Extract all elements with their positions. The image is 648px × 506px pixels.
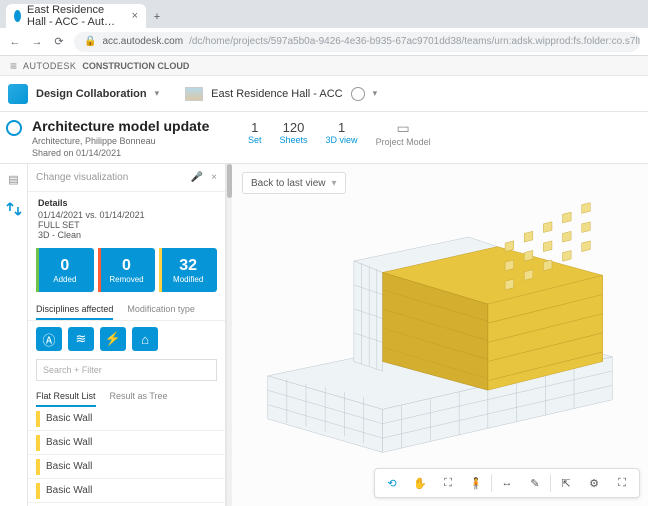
panel-details: Details 01/14/2021 vs. 01/14/2021 FULL S… bbox=[28, 192, 225, 244]
count-added[interactable]: 0Added bbox=[36, 248, 94, 292]
panel-header: Change visualization 🎤 × bbox=[28, 164, 225, 192]
rail-summary-icon[interactable]: ▤ bbox=[5, 170, 23, 188]
project-name[interactable]: East Residence Hall - ACC bbox=[211, 88, 342, 100]
new-tab-button[interactable]: + bbox=[146, 6, 168, 28]
search-placeholder: Search + Filter bbox=[43, 365, 102, 375]
close-panel-icon[interactable]: × bbox=[211, 172, 217, 183]
stat-projectmodel[interactable]: ▭ Project Model bbox=[376, 120, 431, 147]
stat-sheets[interactable]: 120Sheets bbox=[280, 120, 308, 145]
browser-tab[interactable]: East Residence Hall - ACC - Aut… × bbox=[6, 4, 146, 28]
disc-arch-icon[interactable]: Ⓐ bbox=[36, 327, 62, 351]
page-title: Architecture model update bbox=[32, 118, 232, 134]
brand-company: AUTODESK bbox=[23, 61, 76, 71]
url-host: acc.autodesk.com bbox=[102, 36, 183, 47]
list-item[interactable]: Basic Wall bbox=[28, 455, 225, 479]
subtab-disciplines[interactable]: Disciplines affected bbox=[36, 300, 113, 320]
details-set: FULL SET bbox=[38, 220, 215, 230]
brand-bar: ≡ AUTODESK CONSTRUCTION CLOUD bbox=[0, 56, 648, 76]
model-rendering bbox=[242, 194, 638, 462]
disc-struct-icon[interactable]: ≋ bbox=[68, 327, 94, 351]
settings-tool-icon[interactable]: ⚙ bbox=[581, 471, 607, 495]
result-tabs: Flat Result List Result as Tree bbox=[28, 387, 225, 407]
panel-title: Change visualization bbox=[36, 172, 128, 183]
browser-urlbar: ← → ⟳ 🔒 acc.autodesk.com/dc/home/project… bbox=[0, 28, 648, 56]
mic-icon[interactable]: 🎤 bbox=[191, 172, 203, 183]
close-tab-icon[interactable]: × bbox=[132, 10, 138, 22]
restab-tree[interactable]: Result as Tree bbox=[110, 387, 168, 407]
back-icon[interactable]: ← bbox=[8, 36, 22, 48]
stat-set[interactable]: 1Set bbox=[248, 120, 262, 145]
walk-tool-icon[interactable]: 🧍 bbox=[463, 471, 489, 495]
status-ring-icon bbox=[6, 120, 22, 136]
model-viewer[interactable]: Back to last view ▾ bbox=[232, 164, 648, 506]
content: ▤ Change visualization 🎤 × Details 01/14… bbox=[0, 164, 648, 506]
viewer-toolbar: ⟲ ✋ ⛶ 🧍 ↔ ✎ ⇱ ⚙ ⛶ bbox=[374, 468, 640, 498]
rail-changes-icon[interactable] bbox=[5, 200, 23, 218]
details-view: 3D - Clean bbox=[38, 230, 215, 240]
count-modified[interactable]: 32Modified bbox=[159, 248, 217, 292]
details-dates: 01/14/2021 vs. 01/14/2021 bbox=[38, 210, 215, 220]
list-item[interactable]: Basic Wall bbox=[28, 431, 225, 455]
title-block: Architecture model update Architecture, … bbox=[32, 118, 232, 158]
url-path: /dc/home/projects/597a5b0a-9426-4e36-b93… bbox=[189, 36, 640, 47]
stat-3dview[interactable]: 13D view bbox=[326, 120, 358, 145]
toolbar-separator bbox=[491, 474, 492, 492]
module-name[interactable]: Design Collaboration bbox=[36, 88, 147, 100]
modified-marker-icon bbox=[36, 459, 40, 475]
disc-elec-icon[interactable]: ⚡ bbox=[100, 327, 126, 351]
panel-subtabs: Disciplines affected Modification type bbox=[28, 300, 225, 321]
module-icon bbox=[8, 84, 28, 104]
favicon-icon bbox=[14, 10, 21, 22]
menu-icon[interactable]: ≡ bbox=[10, 59, 17, 73]
list-item[interactable]: Basic Wall bbox=[28, 407, 225, 431]
modified-marker-icon bbox=[36, 483, 40, 499]
reload-icon[interactable]: ⟳ bbox=[52, 35, 66, 48]
chevron-down-icon: ▾ bbox=[331, 178, 336, 189]
back-to-last-view-button[interactable]: Back to last view ▾ bbox=[242, 172, 346, 194]
fit-tool-icon[interactable]: ⛶ bbox=[435, 471, 461, 495]
search-filter-input[interactable]: Search + Filter bbox=[36, 359, 217, 381]
fullscreen-tool-icon[interactable]: ⛶ bbox=[609, 471, 635, 495]
subtab-modtype[interactable]: Modification type bbox=[127, 300, 195, 320]
pan-tool-icon[interactable]: ✋ bbox=[407, 471, 433, 495]
modified-marker-icon bbox=[36, 435, 40, 451]
details-heading: Details bbox=[38, 198, 215, 208]
measure-tool-icon[interactable]: ↔ bbox=[494, 471, 520, 495]
changes-panel: Change visualization 🎤 × Details 01/14/2… bbox=[28, 164, 226, 506]
change-counts: 0Added 0Removed 32Modified bbox=[28, 244, 225, 300]
title-bar: Architecture model update Architecture, … bbox=[0, 112, 648, 164]
chevron-down-icon[interactable]: ▾ bbox=[155, 88, 160, 99]
globe-icon[interactable] bbox=[351, 87, 365, 101]
back-label: Back to last view bbox=[251, 178, 325, 189]
title-subline: Architecture, Philippe Bonneau bbox=[32, 136, 232, 146]
app-bar: Design Collaboration ▾ East Residence Ha… bbox=[0, 76, 648, 112]
url-field[interactable]: 🔒 acc.autodesk.com/dc/home/projects/597a… bbox=[74, 32, 640, 52]
left-rail: ▤ bbox=[0, 164, 28, 506]
orbit-tool-icon[interactable]: ⟲ bbox=[379, 471, 405, 495]
explode-tool-icon[interactable]: ⇱ bbox=[553, 471, 579, 495]
modified-marker-icon bbox=[36, 411, 40, 427]
tab-title: East Residence Hall - ACC - Aut… bbox=[27, 4, 126, 28]
discipline-icons: Ⓐ ≋ ⚡ ⌂ bbox=[28, 321, 225, 357]
restab-flat[interactable]: Flat Result List bbox=[36, 387, 96, 407]
cube-icon: ▭ bbox=[376, 120, 431, 137]
list-item[interactable]: Basic Wall bbox=[28, 479, 225, 503]
result-list[interactable]: Basic Wall Basic Wall Basic Wall Basic W… bbox=[28, 407, 225, 506]
browser-tabstrip: East Residence Hall - ACC - Aut… × + bbox=[0, 0, 648, 28]
toolbar-separator bbox=[550, 474, 551, 492]
disc-mech-icon[interactable]: ⌂ bbox=[132, 327, 158, 351]
project-thumb-icon bbox=[185, 87, 203, 101]
summary-stats: 1Set 120Sheets 13D view ▭ Project Model bbox=[248, 120, 431, 147]
lock-icon: 🔒 bbox=[84, 36, 96, 47]
markup-tool-icon[interactable]: ✎ bbox=[522, 471, 548, 495]
project-chevron-down-icon[interactable]: ▾ bbox=[373, 88, 378, 99]
title-shared: Shared on 01/14/2021 bbox=[32, 148, 232, 158]
forward-icon[interactable]: → bbox=[30, 36, 44, 48]
count-removed[interactable]: 0Removed bbox=[98, 248, 156, 292]
brand-product: CONSTRUCTION CLOUD bbox=[82, 61, 189, 71]
